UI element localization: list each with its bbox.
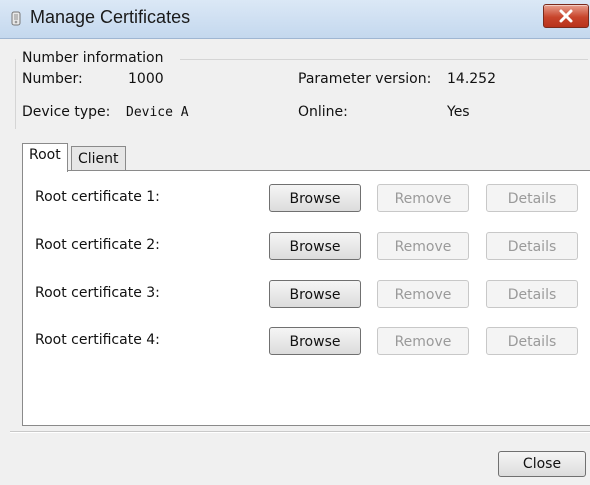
title-bar[interactable]: Manage Certificates — [0, 0, 590, 39]
number-label: Number: — [22, 71, 83, 87]
root-certificate-2-label: Root certificate 2: — [35, 237, 160, 253]
remove-button-4[interactable]: Remove — [377, 327, 469, 355]
root-certificate-3-label: Root certificate 3: — [35, 285, 160, 301]
manage-certificates-dialog: Manage Certificates Number information N… — [0, 0, 590, 485]
browse-button-3[interactable]: Browse — [269, 280, 361, 308]
parameter-version-label: Parameter version: — [298, 71, 432, 87]
device-type-label: Device type: — [22, 104, 111, 120]
close-window-button[interactable] — [543, 4, 589, 28]
details-button-1[interactable]: Details — [486, 184, 578, 212]
root-certificate-4-label: Root certificate 4: — [35, 332, 160, 348]
device-type-value: Device A — [126, 105, 189, 120]
group-left-border — [15, 59, 16, 129]
remove-button-1[interactable]: Remove — [377, 184, 469, 212]
online-label: Online: — [298, 104, 348, 120]
certificate-icon — [11, 11, 21, 26]
tab-client[interactable]: Client — [71, 146, 126, 171]
browse-button-1[interactable]: Browse — [269, 184, 361, 212]
root-certificate-1-label: Root certificate 1: — [35, 189, 160, 205]
remove-button-2[interactable]: Remove — [377, 232, 469, 260]
tab-root[interactable]: Root — [22, 143, 68, 172]
details-button-4[interactable]: Details — [486, 327, 578, 355]
browse-button-4[interactable]: Browse — [269, 327, 361, 355]
group-divider — [180, 59, 588, 60]
close-button[interactable]: Close — [498, 451, 586, 477]
group-legend: Number information — [22, 50, 164, 66]
number-value: 1000 — [128, 71, 164, 87]
browse-button-2[interactable]: Browse — [269, 232, 361, 260]
window-title: Manage Certificates — [30, 7, 191, 27]
details-button-3[interactable]: Details — [486, 280, 578, 308]
details-button-2[interactable]: Details — [486, 232, 578, 260]
footer-divider-highlight — [10, 432, 590, 433]
close-icon — [559, 9, 573, 23]
remove-button-3[interactable]: Remove — [377, 280, 469, 308]
online-value: Yes — [447, 104, 470, 120]
parameter-version-value: 14.252 — [447, 71, 496, 87]
